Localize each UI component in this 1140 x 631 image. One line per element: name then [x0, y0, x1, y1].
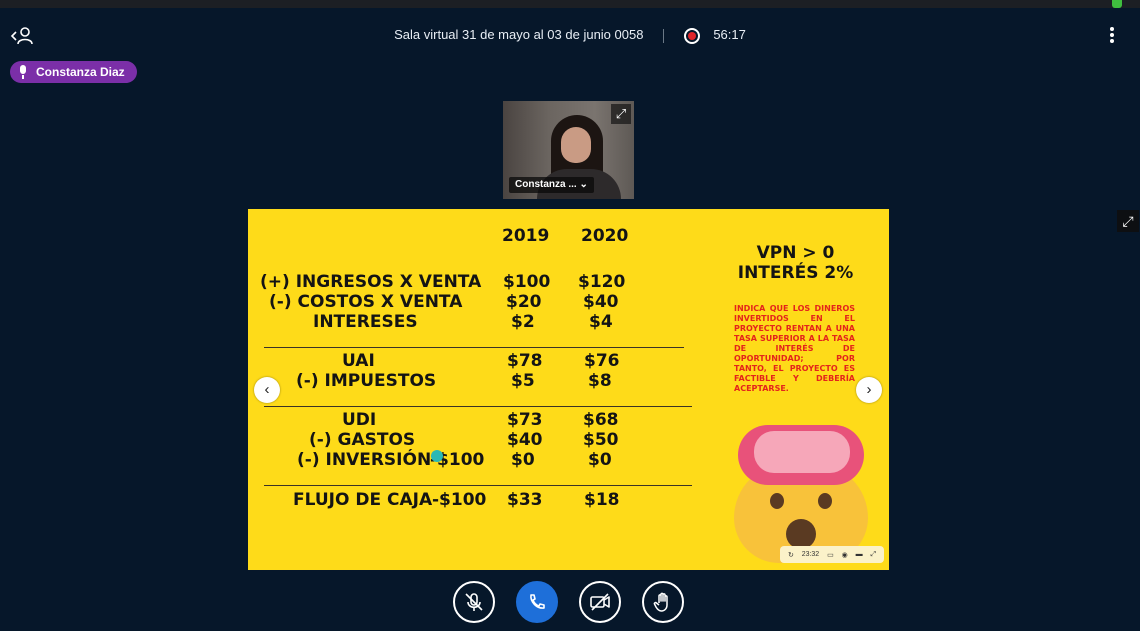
player-time: 23:32	[801, 551, 820, 558]
cell-ingresos-2020: $120	[578, 272, 626, 292]
active-speaker-badge: Constanza Diaz	[10, 61, 137, 83]
row-label-intereses: INTERESES	[313, 312, 418, 332]
video-person-face	[561, 127, 591, 163]
session-header: Sala virtual 31 de mayo al 03 de junio 0…	[0, 27, 1140, 44]
cell-udi-2020: $68	[583, 410, 619, 430]
recording-icon[interactable]	[683, 27, 700, 44]
session-title: Sala virtual 31 de mayo al 03 de junio 0…	[394, 27, 644, 42]
cell-gastos-2019: $40	[507, 430, 543, 450]
raise-hand-button[interactable]	[642, 581, 684, 623]
divider-line	[264, 485, 692, 486]
cell-inversion-2020: $0	[588, 450, 612, 470]
microphone-muted-icon	[465, 593, 483, 611]
row-label-inversion: (-) INVERSIÓN	[297, 450, 432, 470]
audio-icon[interactable]: ◉	[842, 551, 848, 559]
call-controls	[0, 581, 1140, 623]
active-speaker-name: Constanza Diaz	[36, 65, 125, 79]
toggle-camera-button[interactable]	[579, 581, 621, 623]
replay-icon[interactable]: ↻	[788, 551, 794, 559]
row-label-gastos: (-) GASTOS	[309, 430, 416, 450]
leave-call-button[interactable]	[516, 581, 558, 623]
session-timer: 56:17	[713, 27, 746, 42]
row-label-uai: UAI	[342, 351, 375, 371]
exploding-head-emoji-icon	[734, 423, 870, 563]
previous-slide-button[interactable]: ‹	[254, 377, 280, 403]
vpn-heading: VPN > 0 INTERÉS 2%	[718, 243, 873, 283]
divider-line	[264, 347, 684, 348]
conclusion-note: INDICA QUE LOS DINEROS INVERTIDOS EN EL …	[734, 304, 855, 393]
cell-intereses-2019: $2	[511, 312, 535, 332]
cell-flujo-2018: -$100	[432, 490, 487, 510]
cell-flujo-2019: $33	[507, 490, 543, 510]
cell-impuestos-2019: $5	[511, 371, 535, 391]
screen-icon[interactable]: ▬	[856, 551, 863, 558]
phone-icon	[530, 594, 545, 609]
cell-intereses-2020: $4	[589, 312, 613, 332]
chevron-down-icon: ⌄	[579, 179, 588, 190]
presentation-slide: 2019 2020 (+) INGRESOS X VENTA $100 $120…	[248, 209, 889, 570]
video-name-tag[interactable]: Constanza ... ⌄	[509, 177, 594, 193]
status-indicator	[1112, 0, 1122, 8]
row-label-costos: (-) COSTOS X VENTA	[269, 292, 463, 312]
mute-microphone-button[interactable]	[453, 581, 495, 623]
captions-icon[interactable]: ▭	[827, 551, 834, 559]
next-slide-button[interactable]: ›	[856, 377, 882, 403]
year-header-2019: 2019	[502, 226, 550, 246]
webcam-video-tile[interactable]: ⤢ Constanza ... ⌄	[503, 101, 634, 199]
vpn-heading-line1: VPN > 0	[756, 243, 835, 263]
divider-line	[264, 406, 692, 407]
header-divider	[663, 28, 665, 43]
cell-costos-2020: $40	[583, 292, 619, 312]
row-label-ingresos: (+) INGRESOS X VENTA	[260, 272, 482, 292]
cell-inversion-2019: $0	[511, 450, 535, 470]
row-label-udi: UDI	[342, 410, 377, 430]
fullscreen-icon[interactable]: ⤢	[870, 551, 876, 559]
video-name-label: Constanza ...	[515, 179, 577, 190]
cell-gastos-2020: $50	[583, 430, 619, 450]
vpn-heading-line2: INTERÉS 2%	[737, 263, 854, 283]
microphone-icon	[18, 65, 28, 79]
raise-hand-icon	[653, 592, 668, 612]
camera-off-icon	[590, 593, 610, 611]
expand-icon[interactable]: ⤢	[611, 104, 631, 124]
window-top-strip	[0, 0, 1140, 8]
cell-ingresos-2019: $100	[503, 272, 551, 292]
top-bar: Sala virtual 31 de mayo al 03 de junio 0…	[0, 18, 1140, 56]
row-label-impuestos: (-) IMPUESTOS	[296, 371, 437, 391]
cell-flujo-2020: $18	[584, 490, 620, 510]
cell-costos-2019: $20	[506, 292, 542, 312]
year-header-2020: 2020	[581, 226, 629, 246]
presentation-expand-icon[interactable]: ⤢	[1117, 210, 1139, 232]
pointer-cursor	[431, 450, 443, 462]
row-label-flujo: FLUJO DE CAJA	[293, 490, 433, 510]
cell-uai-2020: $76	[584, 351, 620, 371]
cell-udi-2019: $73	[507, 410, 543, 430]
cell-uai-2019: $78	[507, 351, 543, 371]
cell-impuestos-2020: $8	[588, 371, 612, 391]
media-player-bar[interactable]: ↻ 23:32 ▭ ◉ ▬ ⤢	[780, 546, 884, 563]
more-vertical-icon[interactable]	[1106, 27, 1118, 47]
